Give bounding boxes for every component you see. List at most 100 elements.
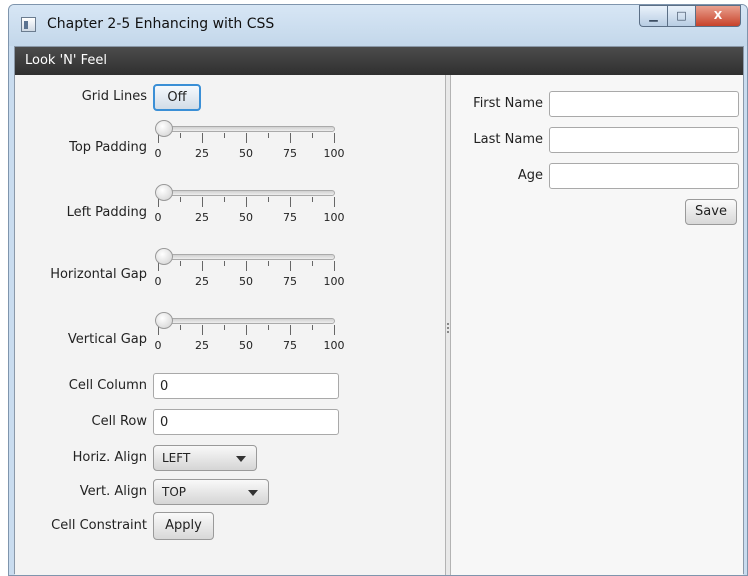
slider-tick-label: 0 (154, 147, 162, 160)
slider-tick-label: 25 (195, 147, 209, 160)
slider-tick-label: 75 (283, 339, 297, 352)
slider-thumb[interactable] (155, 312, 173, 329)
slider-tick-label: 25 (195, 275, 209, 288)
vert-align-value: TOP (162, 485, 187, 499)
slider-tick-label: 75 (283, 211, 297, 224)
settings-pane: Grid Lines Off Top Padding 0 25 50 75 100 Le… (15, 75, 445, 575)
slider-tick (334, 325, 335, 335)
vertical-gap-slider[interactable]: 0 25 50 75 100 (155, 311, 345, 359)
slider-tick (334, 197, 335, 207)
slider-tick-label: 100 (323, 147, 345, 160)
slider-tick (180, 261, 181, 266)
slider-track[interactable] (157, 254, 335, 260)
slider-tick (268, 197, 269, 202)
slider-tick-labels: 0 25 50 75 100 (154, 211, 345, 225)
cell-column-input[interactable] (153, 373, 339, 399)
horizontal-gap-slider[interactable]: 0 25 50 75 100 (155, 247, 345, 295)
slider-tick-labels: 0 25 50 75 100 (155, 275, 345, 289)
slider-tick-label: 50 (239, 275, 253, 288)
left-padding-label: Left Padding (66, 205, 147, 220)
age-label: Age (517, 168, 543, 183)
cell-row-label: Cell Row (91, 414, 147, 429)
slider-tick (290, 261, 291, 271)
slider-tick-label: 50 (239, 211, 253, 224)
slider-tick (312, 133, 313, 138)
vert-align-label: Vert. Align (79, 484, 147, 499)
slider-tick (268, 261, 269, 266)
horiz-align-dropdown[interactable]: LEFT (153, 445, 257, 471)
slider-tick (224, 325, 225, 330)
cell-constraint-label: Cell Constraint (51, 518, 147, 533)
slider-tick (202, 261, 203, 271)
slider-tick-labels: 0 25 50 75 100 (154, 339, 345, 353)
top-padding-label: Top Padding (69, 140, 147, 155)
slider-ticks (158, 197, 335, 207)
caption-buttons: ▁ □ X (639, 5, 741, 29)
slider-tick-label: 75 (283, 147, 297, 160)
slider-track[interactable] (157, 318, 335, 324)
slider-tick (246, 197, 247, 207)
slider-track[interactable] (157, 126, 335, 132)
age-input[interactable] (549, 163, 739, 189)
slider-track[interactable] (157, 190, 335, 196)
slider-tick (312, 261, 313, 266)
slider-tick-labels: 0 25 50 75 100 (154, 147, 345, 161)
panel-header[interactable]: Look 'N' Feel (15, 47, 743, 75)
apply-button[interactable]: Apply (153, 512, 214, 540)
slider-tick (246, 133, 247, 143)
slider-tick (202, 197, 203, 207)
slider-tick (290, 325, 291, 335)
slider-ticks (158, 133, 335, 143)
cell-row-input[interactable] (153, 409, 339, 435)
slider-tick-label: 75 (283, 275, 297, 288)
top-padding-slider[interactable]: 0 25 50 75 100 (155, 119, 345, 167)
slider-tick (290, 197, 291, 207)
horiz-align-label: Horiz. Align (72, 450, 147, 465)
slider-tick (180, 133, 181, 138)
minimize-button[interactable]: ▁ (639, 5, 667, 27)
slider-tick (180, 325, 181, 330)
slider-tick-label: 100 (323, 211, 345, 224)
slider-tick (334, 261, 335, 271)
slider-tick (224, 133, 225, 138)
slider-tick-label: 0 (154, 211, 162, 224)
slider-tick (246, 261, 247, 271)
close-button[interactable]: X (695, 5, 741, 27)
app-window: Chapter 2-5 Enhancing with CSS ▁ □ X Loo… (8, 4, 748, 576)
save-button[interactable]: Save (685, 199, 737, 225)
slider-tick-label: 0 (154, 339, 162, 352)
cell-column-label: Cell Column (68, 378, 147, 393)
slider-thumb[interactable] (155, 120, 173, 137)
slider-tick (334, 133, 335, 143)
slider-ticks (158, 325, 335, 335)
title-bar[interactable]: Chapter 2-5 Enhancing with CSS ▁ □ X (9, 5, 747, 46)
panel-title: Look 'N' Feel (25, 53, 107, 68)
slider-tick (268, 325, 269, 330)
horizontal-gap-label: Horizontal Gap (50, 267, 147, 282)
form-pane: First Name Last Name Age Save (451, 75, 743, 575)
grid-lines-label: Grid Lines (81, 89, 147, 104)
vert-align-dropdown[interactable]: TOP (153, 479, 269, 505)
slider-tick-label: 50 (239, 147, 253, 160)
slider-tick (224, 261, 225, 266)
slider-tick (246, 325, 247, 335)
slider-tick-label: 100 (323, 339, 345, 352)
maximize-button[interactable]: □ (667, 5, 695, 27)
slider-thumb[interactable] (155, 248, 173, 265)
slider-tick (224, 197, 225, 202)
app-icon (21, 17, 36, 32)
left-padding-slider[interactable]: 0 25 50 75 100 (155, 183, 345, 231)
last-name-input[interactable] (549, 127, 739, 153)
first-name-input[interactable] (549, 91, 739, 117)
slider-thumb[interactable] (155, 184, 173, 201)
chevron-down-icon (236, 456, 246, 462)
slider-tick-label: 100 (323, 275, 345, 288)
slider-tick (202, 133, 203, 143)
slider-tick (312, 325, 313, 330)
grid-lines-toggle-button[interactable]: Off (153, 84, 201, 111)
chevron-down-icon (248, 490, 258, 496)
divider-grip-icon (447, 323, 449, 333)
slider-tick-label: 25 (195, 339, 209, 352)
slider-tick-label: 25 (195, 211, 209, 224)
last-name-label: Last Name (473, 132, 543, 147)
